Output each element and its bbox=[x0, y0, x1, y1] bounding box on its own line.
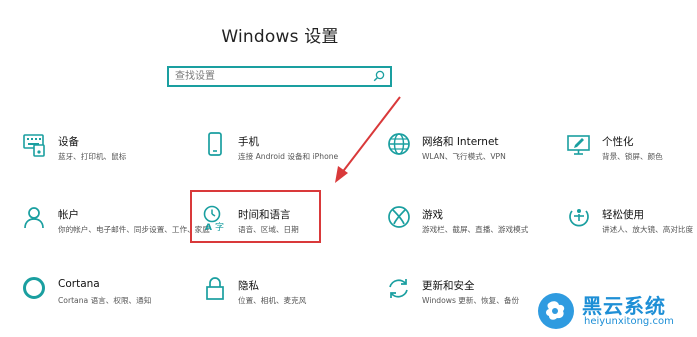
refresh-icon bbox=[389, 279, 408, 298]
tile-description: 蓝牙、打印机、鼠标 bbox=[58, 152, 127, 161]
tile-name: 帐户 bbox=[58, 209, 79, 221]
tile-description: 你的帐户、电子邮件、同步设置、工作、家庭 bbox=[58, 225, 210, 234]
tile-accounts[interactable]: 帐户 你的帐户、电子邮件、同步设置、工作、家庭 bbox=[22, 205, 210, 245]
tile-description: 讲述人、放大镜、高对比度 bbox=[602, 225, 694, 234]
globe-icon bbox=[388, 133, 410, 155]
tile-ease-of-access[interactable]: 轻松使用 讲述人、放大镜、高对比度 bbox=[566, 205, 694, 245]
xbox-icon bbox=[388, 206, 410, 228]
tile-description: 连接 Android 设备和 iPhone bbox=[238, 152, 339, 161]
tile-privacy[interactable]: 隐私 位置、相机、麦克风 bbox=[202, 276, 362, 316]
tile-description: Cortana 语言、权限、通知 bbox=[58, 296, 152, 305]
tile-cortana[interactable]: Cortana Cortana 语言、权限、通知 bbox=[22, 276, 182, 316]
page-title: Windows 设置 bbox=[221, 27, 339, 47]
tile-description: Windows 更新、恢复、备份 bbox=[422, 296, 520, 305]
tile-devices[interactable]: 设备 蓝牙、打印机、鼠标 bbox=[22, 132, 182, 172]
tile-name: 设备 bbox=[58, 136, 79, 148]
tile-name: 手机 bbox=[238, 136, 259, 148]
tile-gaming[interactable]: 游戏 游戏栏、截屏、直播、游戏模式 bbox=[386, 205, 546, 245]
tile-name: 隐私 bbox=[238, 280, 259, 292]
watermark-name: 黑云系统 bbox=[582, 294, 666, 318]
search-box[interactable] bbox=[167, 66, 392, 87]
tile-name: Cortana bbox=[58, 278, 100, 290]
tile-name: 网络和 Internet bbox=[422, 136, 499, 148]
tile-phone[interactable]: 手机 连接 Android 设备和 iPhone bbox=[202, 132, 362, 172]
tile-description: 位置、相机、麦克风 bbox=[238, 296, 307, 305]
tile-name: 个性化 bbox=[602, 136, 634, 148]
tile-description: 游戏栏、截屏、直播、游戏模式 bbox=[422, 225, 529, 234]
tile-description: 背景、锁屏、颜色 bbox=[602, 152, 663, 161]
tile-name: 轻松使用 bbox=[602, 209, 644, 221]
lock-icon bbox=[206, 277, 224, 300]
tile-name: 游戏 bbox=[422, 209, 443, 221]
cortana-icon bbox=[23, 277, 45, 299]
person-icon bbox=[24, 207, 44, 229]
keyboard-icon bbox=[23, 134, 45, 157]
tile-name: 更新和安全 bbox=[422, 280, 475, 292]
search-icon[interactable] bbox=[373, 70, 385, 82]
phone-icon bbox=[208, 132, 222, 156]
cloud-logo-icon bbox=[538, 293, 574, 329]
ease-of-access-icon bbox=[569, 209, 589, 227]
tile-description: WLAN、飞行模式、VPN bbox=[422, 152, 506, 161]
tile-update-security[interactable]: 更新和安全 Windows 更新、恢复、备份 bbox=[386, 276, 536, 316]
highlight-box bbox=[190, 190, 321, 243]
tile-network[interactable]: 网络和 Internet WLAN、飞行模式、VPN bbox=[386, 132, 546, 172]
watermark: 黑云系统 heiyunxitong.com bbox=[530, 288, 697, 334]
tile-personalization[interactable]: 个性化 背景、锁屏、颜色 bbox=[566, 132, 694, 172]
watermark-url: heiyunxitong.com bbox=[584, 316, 674, 327]
paintbrush-icon bbox=[567, 135, 590, 155]
search-input[interactable] bbox=[175, 69, 365, 84]
